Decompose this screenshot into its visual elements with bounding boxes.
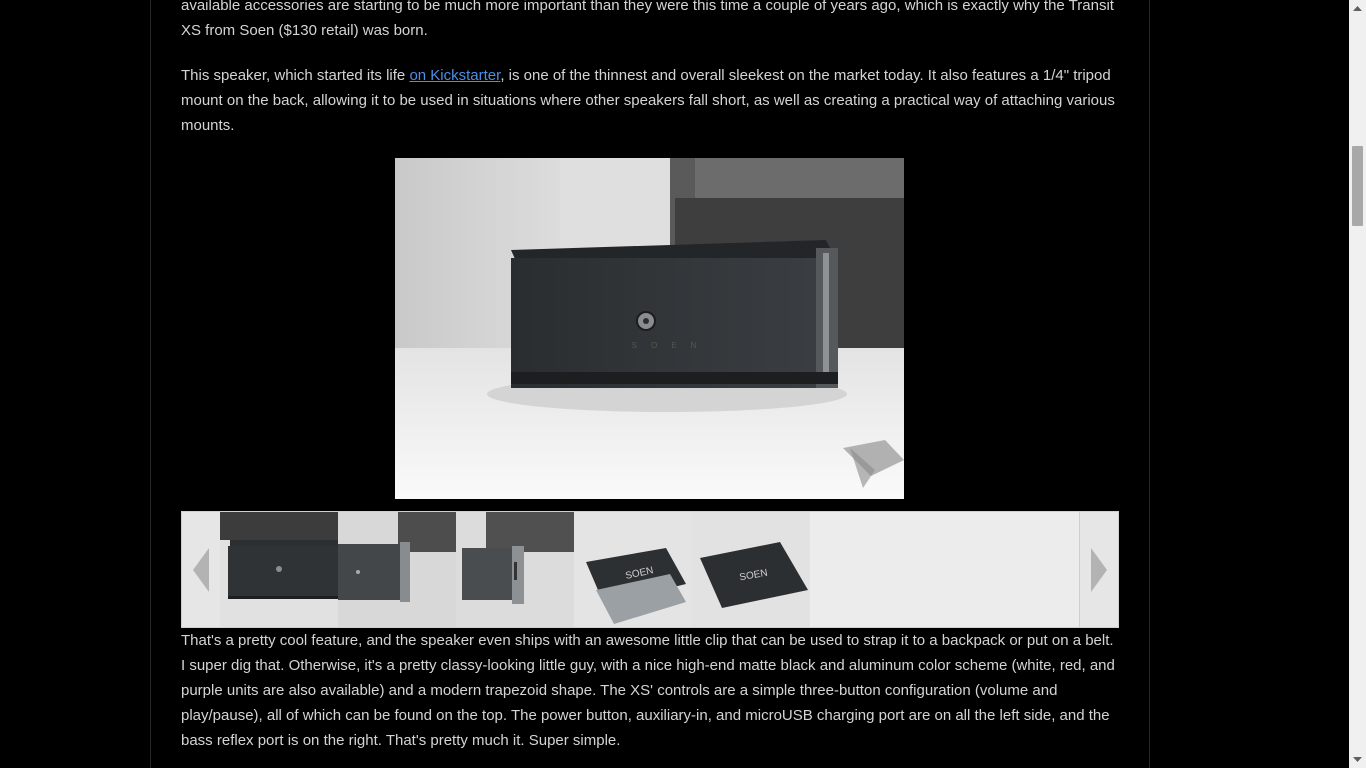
arrow-up-icon	[1353, 6, 1362, 11]
speaker-side-thumbnail	[338, 512, 456, 627]
image-gallery: SOEN SOEN	[181, 511, 1119, 628]
speaker-front-thumbnail	[220, 512, 338, 627]
gallery-prev-button[interactable]	[182, 512, 221, 627]
speaker-top-thumbnail: SOEN	[574, 512, 692, 627]
speaker-top-thumbnail: SOEN	[692, 512, 810, 627]
gallery-next-button[interactable]	[1079, 512, 1118, 627]
svg-text:SOEN: SOEN	[632, 341, 711, 350]
arrow-down-icon	[1353, 757, 1362, 762]
gallery-thumbnail[interactable]	[338, 512, 456, 627]
article-column: available accessories are starting to be…	[150, 0, 1150, 768]
scroll-down-button[interactable]	[1349, 751, 1366, 768]
chevron-right-icon	[1091, 547, 1107, 592]
gallery-thumbnail[interactable]: SOEN	[574, 512, 692, 627]
gallery-thumbnail[interactable]	[456, 512, 574, 627]
paragraph-text: This speaker, which started its life	[181, 67, 410, 84]
speaker-angle-thumbnail	[456, 512, 574, 627]
speaker-photo[interactable]: SOEN	[395, 158, 904, 499]
article-paragraph: This speaker, which started its life on …	[181, 63, 1121, 138]
gallery-thumbnail[interactable]	[220, 512, 338, 627]
scroll-up-button[interactable]	[1349, 0, 1366, 17]
kickstarter-link[interactable]: on Kickstarter	[409, 67, 500, 84]
article-paragraph: That's a pretty cool feature, and the sp…	[181, 632, 1115, 749]
page-scrollbar[interactable]	[1349, 0, 1366, 768]
gallery-thumbnail[interactable]: SOEN	[692, 512, 810, 627]
scrollbar-thumb[interactable]	[1352, 146, 1363, 226]
chevron-left-icon	[193, 547, 209, 592]
speaker-photo-graphic: SOEN	[395, 158, 904, 499]
article-paragraph: available accessories are starting to be…	[181, 0, 1114, 39]
